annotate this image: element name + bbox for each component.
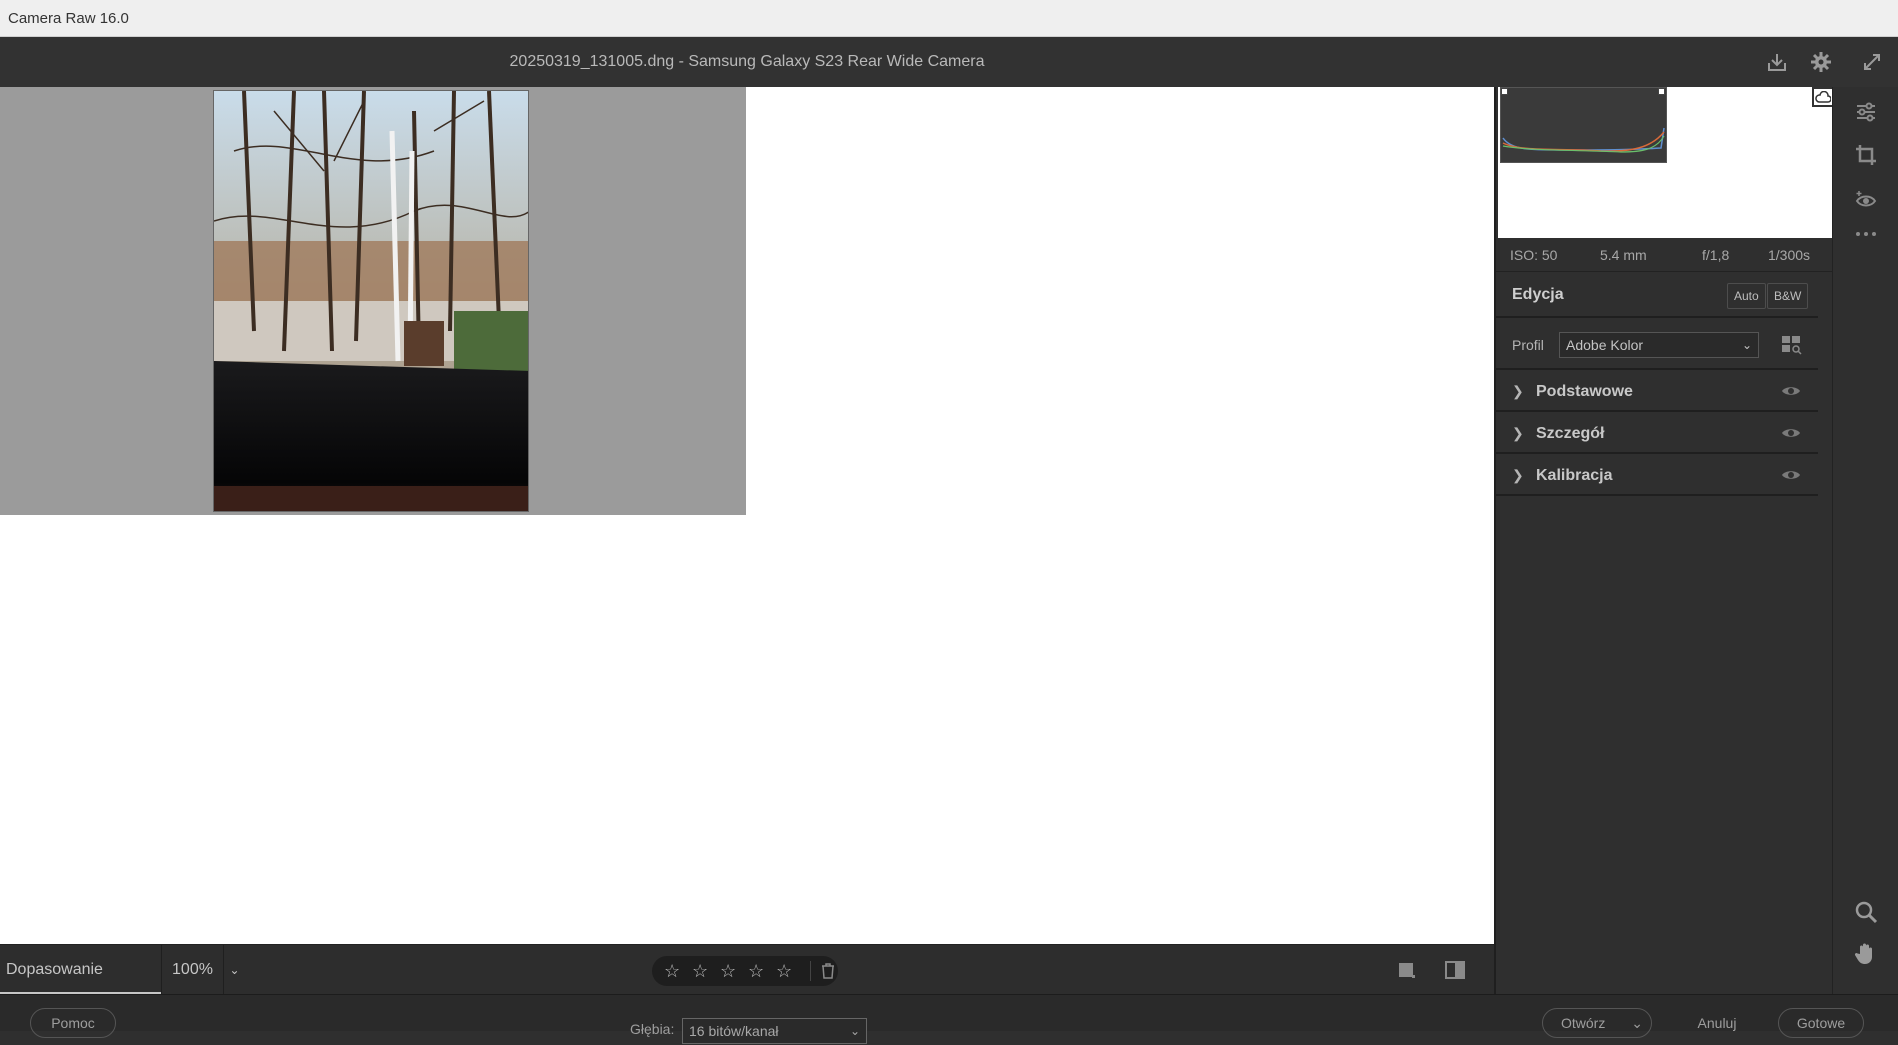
file-title: 20250319_131005.dng - Samsung Galaxy S23… [509,53,985,70]
open-label: Otwórz [1561,1015,1606,1031]
star-5-icon[interactable]: ☆ [776,961,804,982]
shutter-value: 1/300s [1768,246,1811,263]
gear-icon [1811,52,1831,72]
single-view-icon [1399,963,1415,978]
crop-tool-button[interactable] [1851,140,1881,170]
grid-icon [1782,336,1802,355]
profile-select[interactable]: Adobe Kolor ⌄ [1559,332,1759,358]
crop-icon [1856,145,1876,165]
highlight-clipping-toggle[interactable] [1658,88,1665,95]
edit-title: Edycja [1512,286,1564,303]
chevron-down-icon: ⌄ [229,963,240,977]
profile-row: Profil Adobe Kolor ⌄ [1496,320,1818,370]
right-panel: ISO: 50 5.4 mm f/1,8 1/300s Edycja Auto … [1494,87,1834,994]
save-button[interactable] [1762,47,1792,77]
profile-value: Adobe Kolor [1566,337,1644,353]
photo-image [214,91,528,511]
photo-preview[interactable] [213,90,529,512]
eye-icon [1855,191,1877,207]
chevron-down-icon: ⌄ [849,1024,860,1038]
star-3-icon[interactable]: ☆ [720,961,748,982]
sliders-icon [1857,102,1875,122]
delete-button[interactable] [810,961,835,981]
help-button[interactable]: Pomoc [30,1008,116,1038]
chevron-down-icon[interactable]: ⌄ [1631,1009,1643,1037]
bw-button[interactable]: B&W [1767,283,1809,309]
zoom-100-button[interactable]: 100% [161,945,223,995]
section-label: Szczegół [1536,425,1605,442]
cloud-sync-button[interactable] [1812,87,1834,107]
hand-icon [1854,943,1872,964]
star-4-icon[interactable]: ☆ [748,961,776,982]
section-kalibracja[interactable]: ❯ Kalibracja [1496,456,1818,496]
star-2-icon[interactable]: ☆ [692,961,720,982]
zoom-fit-button[interactable]: Dopasowanie (16,4%) [0,945,161,1028]
section-label: Kalibracja [1536,467,1613,484]
camera-metadata: ISO: 50 5.4 mm f/1,8 1/300s [1496,238,1834,272]
profile-browser-button[interactable] [1781,334,1803,356]
footer-bar: Pomoc Głębia: 16 bitów/kanał ⌄ Otwórz ⌄ … [0,994,1898,1044]
histogram-graph [1500,87,1667,163]
compare-view-icon [1445,961,1465,979]
cancel-button[interactable]: Anuluj [1672,1008,1762,1038]
eye-icon[interactable] [1781,426,1801,445]
header-bar: 20250319_131005.dng - Samsung Galaxy S23… [0,37,1898,87]
compare-view-button[interactable] [1442,957,1468,983]
auto-button[interactable]: Auto [1727,283,1766,309]
bottom-bar: Dopasowanie (16,4%) 100% ⌄ ☆ ☆ ☆ ☆ ☆ [0,944,1494,1028]
section-podstawowe[interactable]: ❯ Podstawowe [1496,372,1818,412]
fullscreen-icon [1864,54,1880,70]
chevron-down-icon: ⌄ [1741,338,1752,352]
star-rating: ☆ ☆ ☆ ☆ ☆ [652,956,838,986]
save-icon [1768,54,1786,71]
edit-header: Edycja Auto B&W [1496,274,1818,318]
depth-select[interactable]: 16 bitów/kanał ⌄ [682,1018,867,1044]
fullscreen-button[interactable] [1857,47,1887,77]
single-view-button[interactable] [1394,957,1420,983]
window-title: Camera Raw 16.0 [0,0,1898,37]
depth-value: 16 bitów/kanał [689,1023,779,1039]
edit-tool-button[interactable] [1851,97,1881,127]
done-button[interactable]: Gotowe [1778,1008,1864,1038]
chevron-right-icon: ❯ [1512,467,1524,483]
profile-label: Profil [1512,337,1544,353]
section-label: Podstawowe [1536,383,1633,400]
section-szczegol[interactable]: ❯ Szczegół [1496,414,1818,454]
redeye-tool-button[interactable] [1851,185,1881,215]
ellipsis-icon [1856,232,1876,236]
settings-button[interactable] [1806,47,1836,77]
zoom-tool-button[interactable] [1851,897,1881,927]
hand-tool-button[interactable] [1851,939,1881,969]
chevron-right-icon: ❯ [1512,425,1524,441]
focal-length-value: 5.4 mm [1600,246,1647,263]
tool-strip [1832,87,1898,994]
iso-value: ISO: 50 [1510,246,1558,263]
photo-backdrop [0,87,746,515]
shadow-clipping-toggle[interactable] [1501,88,1508,95]
aperture-value: f/1,8 [1702,246,1730,263]
chevron-right-icon: ❯ [1512,383,1524,399]
star-1-icon[interactable]: ☆ [664,961,692,982]
eye-icon[interactable] [1781,468,1801,487]
magnifier-icon [1855,901,1878,924]
preview-canvas[interactable] [0,87,1494,944]
open-button[interactable]: Otwórz ⌄ [1542,1008,1652,1038]
zoom-dropdown[interactable]: ⌄ [223,945,245,995]
eye-icon[interactable] [1781,384,1801,403]
trash-icon [822,963,834,979]
depth-label: Głębia: [630,1021,675,1037]
more-tools-button[interactable] [1851,219,1881,249]
cloud-icon [1815,91,1831,103]
histogram [1498,87,1834,238]
